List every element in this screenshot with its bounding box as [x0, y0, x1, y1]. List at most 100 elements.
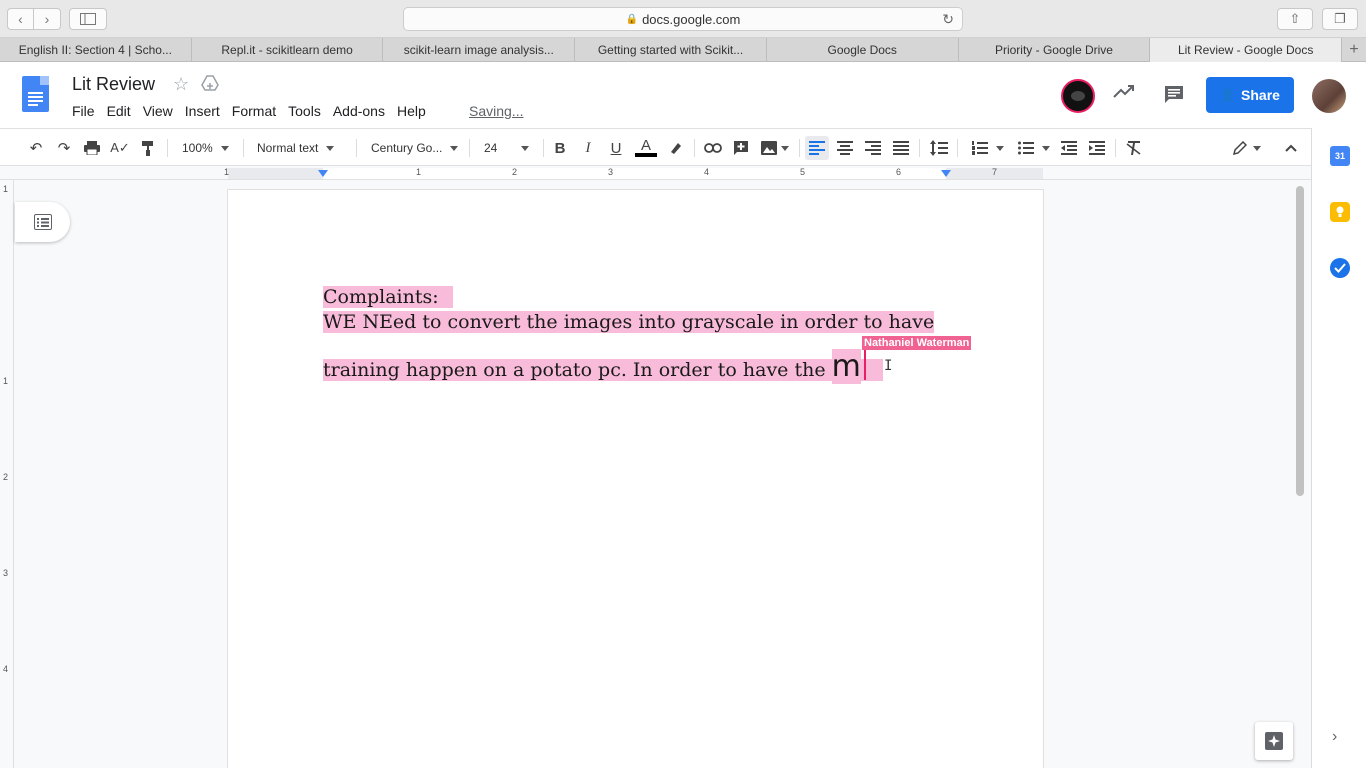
- ruler-number: 2: [3, 472, 9, 482]
- menu-addons[interactable]: Add-ons: [327, 102, 391, 120]
- address-bar[interactable]: 🔒 docs.google.com ↻: [403, 7, 963, 31]
- underline-button[interactable]: U: [606, 138, 626, 158]
- collapse-menu-icon[interactable]: [1281, 138, 1301, 158]
- menu-view[interactable]: View: [137, 102, 179, 120]
- ruler-number: 5: [800, 167, 806, 177]
- menu-insert[interactable]: Insert: [179, 102, 226, 120]
- document-title[interactable]: Lit Review: [72, 74, 155, 95]
- highlighted-text: WE NEed to convert the images into grays…: [323, 311, 935, 333]
- chevron-left-icon: ‹: [18, 11, 23, 27]
- chevron-down-icon: [220, 145, 229, 151]
- font-value: Century Go...: [371, 141, 443, 155]
- keep-icon[interactable]: [1330, 202, 1350, 222]
- redo-icon[interactable]: ↷: [54, 138, 74, 158]
- font-family-select[interactable]: Century Go...: [371, 138, 459, 158]
- align-left-button[interactable]: [805, 136, 829, 160]
- document-page[interactable]: Complaints: WE NEed to convert the image…: [228, 190, 1043, 768]
- doc-line-1[interactable]: Complaints:: [323, 286, 453, 308]
- comments-icon[interactable]: [1163, 84, 1185, 109]
- star-icon[interactable]: ☆: [173, 74, 189, 95]
- editing-mode-button[interactable]: [1230, 138, 1264, 158]
- horizontal-ruler: 1 1 2 3 4 5 6 7: [0, 166, 1311, 180]
- menu-tools[interactable]: Tools: [282, 102, 327, 120]
- text-color-letter: A: [640, 137, 651, 154]
- browser-tab[interactable]: English II: Section 4 | Scho...: [0, 38, 192, 62]
- undo-icon[interactable]: ↶: [26, 138, 46, 158]
- highlight-pen-icon[interactable]: [666, 138, 686, 158]
- safari-share-button[interactable]: ⇧: [1277, 8, 1313, 30]
- chevron-right-icon[interactable]: ›: [1332, 728, 1337, 746]
- move-to-drive-icon[interactable]: [201, 75, 219, 94]
- browser-tab[interactable]: scikit-learn image analysis...: [383, 38, 576, 62]
- text-color-swatch: [635, 153, 657, 157]
- insert-link-icon[interactable]: [703, 138, 723, 158]
- paint-format-icon[interactable]: [138, 138, 158, 158]
- italic-button[interactable]: I: [578, 138, 598, 158]
- calendar-day: 31: [1334, 151, 1345, 161]
- font-size-select[interactable]: 24: [484, 138, 534, 158]
- bulleted-list-button[interactable]: [1014, 138, 1054, 158]
- show-tabs-button[interactable]: ❐: [1322, 8, 1358, 30]
- plus-icon: +: [1349, 40, 1359, 58]
- collaborator-name-flag: Nathaniel Waterman: [862, 336, 972, 350]
- new-tab-button[interactable]: +: [1342, 38, 1366, 61]
- calendar-icon[interactable]: 31: [1330, 146, 1350, 166]
- chevron-down-icon: [1253, 145, 1261, 151]
- share-button[interactable]: 👤 Share: [1206, 77, 1294, 113]
- decrease-indent-icon[interactable]: [1059, 138, 1079, 158]
- increase-indent-icon[interactable]: [1087, 138, 1107, 158]
- print-icon[interactable]: [82, 138, 102, 158]
- explore-button[interactable]: [1255, 722, 1293, 760]
- tab-label: Getting started with Scikit...: [597, 43, 744, 57]
- doc-line-3[interactable]: training happen on a potato pc. In order…: [323, 349, 883, 384]
- image-icon: [761, 141, 777, 155]
- spellcheck-icon[interactable]: A✓: [110, 138, 130, 158]
- browser-toolbar: ‹ › 🔒 docs.google.com ↻ ⇧ ❐: [0, 0, 1366, 38]
- share-label: Share: [1241, 87, 1280, 103]
- justify-icon[interactable]: [891, 138, 911, 158]
- doc-line-2[interactable]: WE NEed to convert the images into grays…: [323, 311, 935, 333]
- menu-bar: File Edit View Insert Format Tools Add-o…: [66, 102, 432, 120]
- save-status[interactable]: Saving...: [469, 103, 523, 119]
- insert-image-button[interactable]: [759, 138, 791, 158]
- line-spacing-icon[interactable]: [929, 138, 949, 158]
- activity-dashboard-icon[interactable]: [1113, 84, 1135, 103]
- clear-formatting-icon[interactable]: [1124, 138, 1144, 158]
- bold-button[interactable]: B: [550, 138, 570, 158]
- browser-tab-active[interactable]: Lit Review - Google Docs: [1150, 38, 1343, 62]
- numbered-list-icon: [972, 141, 988, 155]
- sidebar-toggle-button[interactable]: [69, 8, 107, 30]
- document-outline-button[interactable]: [15, 202, 70, 242]
- paragraph-style-select[interactable]: Normal text: [257, 138, 345, 158]
- numbered-list-button[interactable]: [968, 138, 1008, 158]
- tasks-icon[interactable]: [1330, 258, 1350, 278]
- browser-tab[interactable]: Getting started with Scikit...: [575, 38, 767, 62]
- typed-character: m: [831, 349, 861, 384]
- tabs-icon: ❐: [1334, 11, 1346, 26]
- ruler-number: 1: [224, 167, 230, 177]
- menu-help[interactable]: Help: [391, 102, 432, 120]
- text-color-button[interactable]: A: [634, 138, 658, 158]
- align-center-icon[interactable]: [835, 138, 855, 158]
- forward-button[interactable]: ›: [34, 8, 61, 30]
- browser-tab[interactable]: Google Docs: [767, 38, 959, 62]
- browser-tab[interactable]: Priority - Google Drive: [959, 38, 1151, 62]
- collaborator-avatar[interactable]: [1061, 79, 1095, 113]
- explore-sparkle-icon: [1265, 732, 1283, 750]
- reload-icon[interactable]: ↻: [942, 11, 954, 28]
- vertical-scrollbar[interactable]: [1296, 186, 1304, 496]
- menu-format[interactable]: Format: [226, 102, 282, 120]
- zoom-select[interactable]: 100%: [182, 138, 232, 158]
- account-avatar[interactable]: [1312, 79, 1346, 113]
- ruler-number: 1: [3, 184, 9, 194]
- menu-file[interactable]: File: [66, 102, 101, 120]
- insert-comment-icon[interactable]: [731, 138, 751, 158]
- url-text: docs.google.com: [642, 11, 741, 27]
- menu-edit[interactable]: Edit: [101, 102, 137, 120]
- right-indent-marker[interactable]: [941, 170, 951, 177]
- browser-tab[interactable]: Repl.it - scikitlearn demo: [192, 38, 384, 62]
- align-right-icon[interactable]: [863, 138, 883, 158]
- back-button[interactable]: ‹: [7, 8, 34, 30]
- docs-logo-icon[interactable]: [22, 76, 49, 112]
- left-indent-marker[interactable]: [318, 170, 328, 177]
